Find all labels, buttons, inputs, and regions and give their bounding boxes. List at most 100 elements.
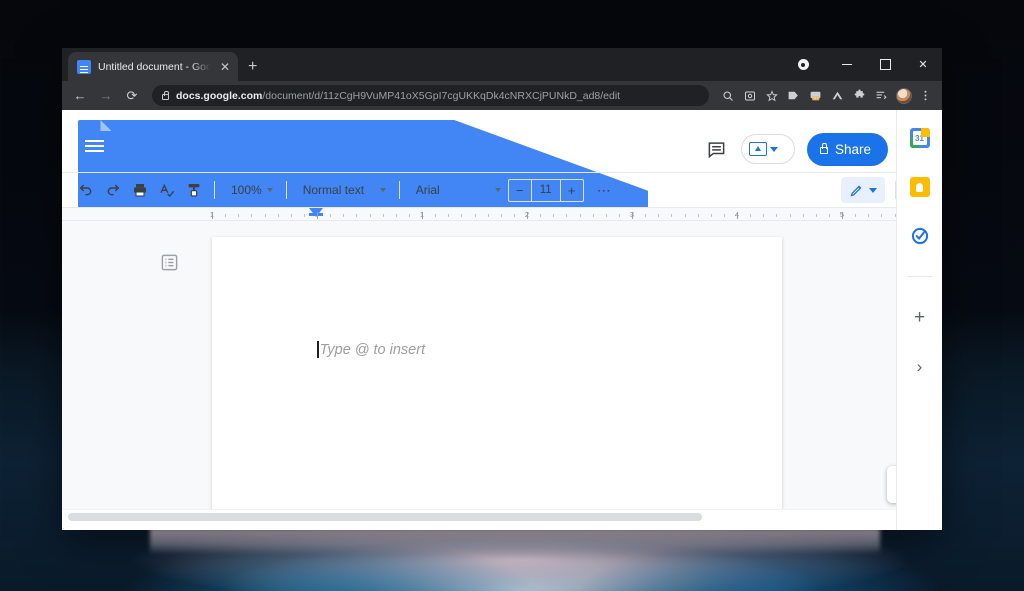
ruler-tick-major (317, 212, 318, 219)
ruler-tick-minor (540, 214, 541, 217)
reading-list-icon[interactable] (871, 85, 892, 106)
ruler-tick-minor (409, 214, 410, 217)
chevron-down-icon (267, 188, 273, 192)
ruler-tick-minor (645, 214, 646, 217)
browser-tab[interactable]: Untitled document - Google Doc ✕ (68, 52, 238, 81)
ruler-tick-minor (238, 214, 239, 217)
paint-format-icon[interactable] (181, 178, 206, 203)
paragraph-style-selector[interactable]: Normal text (295, 178, 391, 203)
back-icon[interactable]: ← (68, 84, 92, 108)
ruler-tick-minor (816, 214, 817, 217)
font-size-increase-button[interactable]: + (561, 180, 583, 201)
horizontal-scrollbar[interactable] (62, 509, 942, 522)
chrome-menu-icon[interactable] (915, 85, 936, 106)
window-controls: ✕ (792, 48, 942, 81)
ruler-tick-minor (330, 214, 331, 217)
share-button[interactable]: Share (807, 133, 888, 166)
bookmark-star-icon[interactable] (761, 85, 782, 106)
ruler-tick-minor (671, 214, 672, 217)
expand-side-panel-button[interactable]: › (909, 356, 931, 378)
add-addon-button[interactable]: + (909, 307, 931, 329)
address-bar[interactable]: docs.google.com/document/d/11zCgH9VuMP41… (152, 85, 709, 106)
ruler-tick-minor (763, 214, 764, 217)
horizontal-ruler[interactable]: 1 1 2 3 4 5 (62, 207, 942, 221)
tab-close-icon[interactable]: ✕ (218, 61, 232, 73)
ruler-tick-minor (514, 214, 515, 217)
print-icon[interactable] (127, 178, 152, 203)
tab-title: Untitled document - Google Doc (98, 61, 211, 73)
image-search-icon[interactable] (739, 85, 760, 106)
ruler-tick-minor (225, 214, 226, 217)
present-button[interactable] (741, 134, 795, 164)
site-lock-icon[interactable] (162, 94, 169, 100)
chevron-down-icon (495, 188, 501, 192)
omnibox-bar: ← → ⟳ docs.google.com/document/d/11zCgH9… (62, 81, 942, 110)
font-family-selector[interactable]: Arial (408, 178, 506, 203)
record-dot-icon[interactable] (792, 48, 814, 81)
ruler-tick-minor (304, 214, 305, 217)
editing-mode-button[interactable] (841, 177, 885, 203)
google-calendar-icon[interactable]: 31 (909, 127, 931, 149)
document-outline-button[interactable] (154, 247, 184, 277)
ruler-tick-minor (855, 214, 856, 217)
ruler-tick-major (632, 212, 633, 219)
document-page[interactable]: Type @ to insert (212, 237, 782, 509)
left-indent-marker[interactable] (309, 208, 323, 217)
ruler-tick-minor (448, 214, 449, 217)
google-tasks-icon[interactable] (909, 225, 931, 247)
document-placeholder[interactable]: Type @ to insert (317, 341, 425, 358)
close-window-button[interactable]: ✕ (904, 48, 942, 81)
comment-icon[interactable] (705, 137, 729, 161)
google-docs-logo-icon[interactable] (78, 120, 112, 164)
calendar-day-number: 31 (913, 131, 927, 145)
ruler-tick-minor (553, 214, 554, 217)
spellcheck-icon[interactable] (154, 178, 179, 203)
ruler-tick-minor (501, 214, 502, 217)
toolbar-more-button[interactable]: ⋯ (592, 178, 617, 203)
minimize-button[interactable] (828, 48, 866, 81)
adblock-off-icon[interactable]: OFF (805, 85, 826, 106)
ruler-tick-minor (711, 214, 712, 217)
toolbar-divider (214, 181, 215, 199)
google-keep-icon[interactable] (909, 176, 931, 198)
font-size-decrease-button[interactable]: − (509, 180, 531, 201)
font-family-value: Arial (416, 183, 490, 197)
horizontal-scrollbar-thumb[interactable] (68, 513, 702, 521)
ruler-tick-minor (566, 214, 567, 217)
ruler-tick-major (842, 212, 843, 219)
chevron-down-icon[interactable] (770, 147, 778, 152)
new-tab-button[interactable]: + (248, 59, 257, 75)
zoom-selector[interactable]: 100% (223, 178, 278, 203)
formatting-toolbar: 100% Normal text Arial − 11 + ⋯ (62, 172, 942, 207)
font-size-value[interactable]: 11 (531, 180, 561, 201)
ruler-tick-minor (370, 214, 371, 217)
lock-icon (820, 147, 828, 154)
arc-extension-icon[interactable] (827, 85, 848, 106)
undo-icon[interactable] (73, 178, 98, 203)
tag-extension-icon[interactable] (783, 85, 804, 106)
ruler-tick-minor (685, 214, 686, 217)
ruler-tick-minor (356, 214, 357, 217)
ruler-tick-minor (606, 214, 607, 217)
redo-icon[interactable] (100, 178, 125, 203)
ruler-tick-major (527, 212, 528, 219)
google-docs-app: Untitled document ☆ File Edit View Inser… (62, 110, 942, 530)
tab-strip: Untitled document - Google Doc ✕ + ✕ (62, 48, 942, 81)
profile-avatar-icon[interactable] (893, 85, 914, 106)
ruler-tick-minor (829, 214, 830, 217)
side-panel-divider (908, 276, 932, 277)
url-domain: docs.google.com (176, 90, 262, 102)
reload-icon[interactable]: ⟳ (120, 84, 144, 108)
extensions-puzzle-icon[interactable] (849, 85, 870, 106)
toolbar-divider (286, 181, 287, 199)
url-path: /document/d/11zCgH9VuMP41oX5GpI7cgUKKqDk… (262, 90, 620, 102)
wallpaper-highlight (150, 528, 880, 554)
search-icon[interactable] (717, 85, 738, 106)
ruler-tick-minor (291, 214, 292, 217)
ruler-tick-minor (593, 214, 594, 217)
maximize-button[interactable] (866, 48, 904, 81)
ruler-tick-minor (776, 214, 777, 217)
docs-favicon-icon (77, 60, 91, 74)
ruler-tick-minor (698, 214, 699, 217)
document-canvas: Type @ to insert (62, 221, 942, 509)
